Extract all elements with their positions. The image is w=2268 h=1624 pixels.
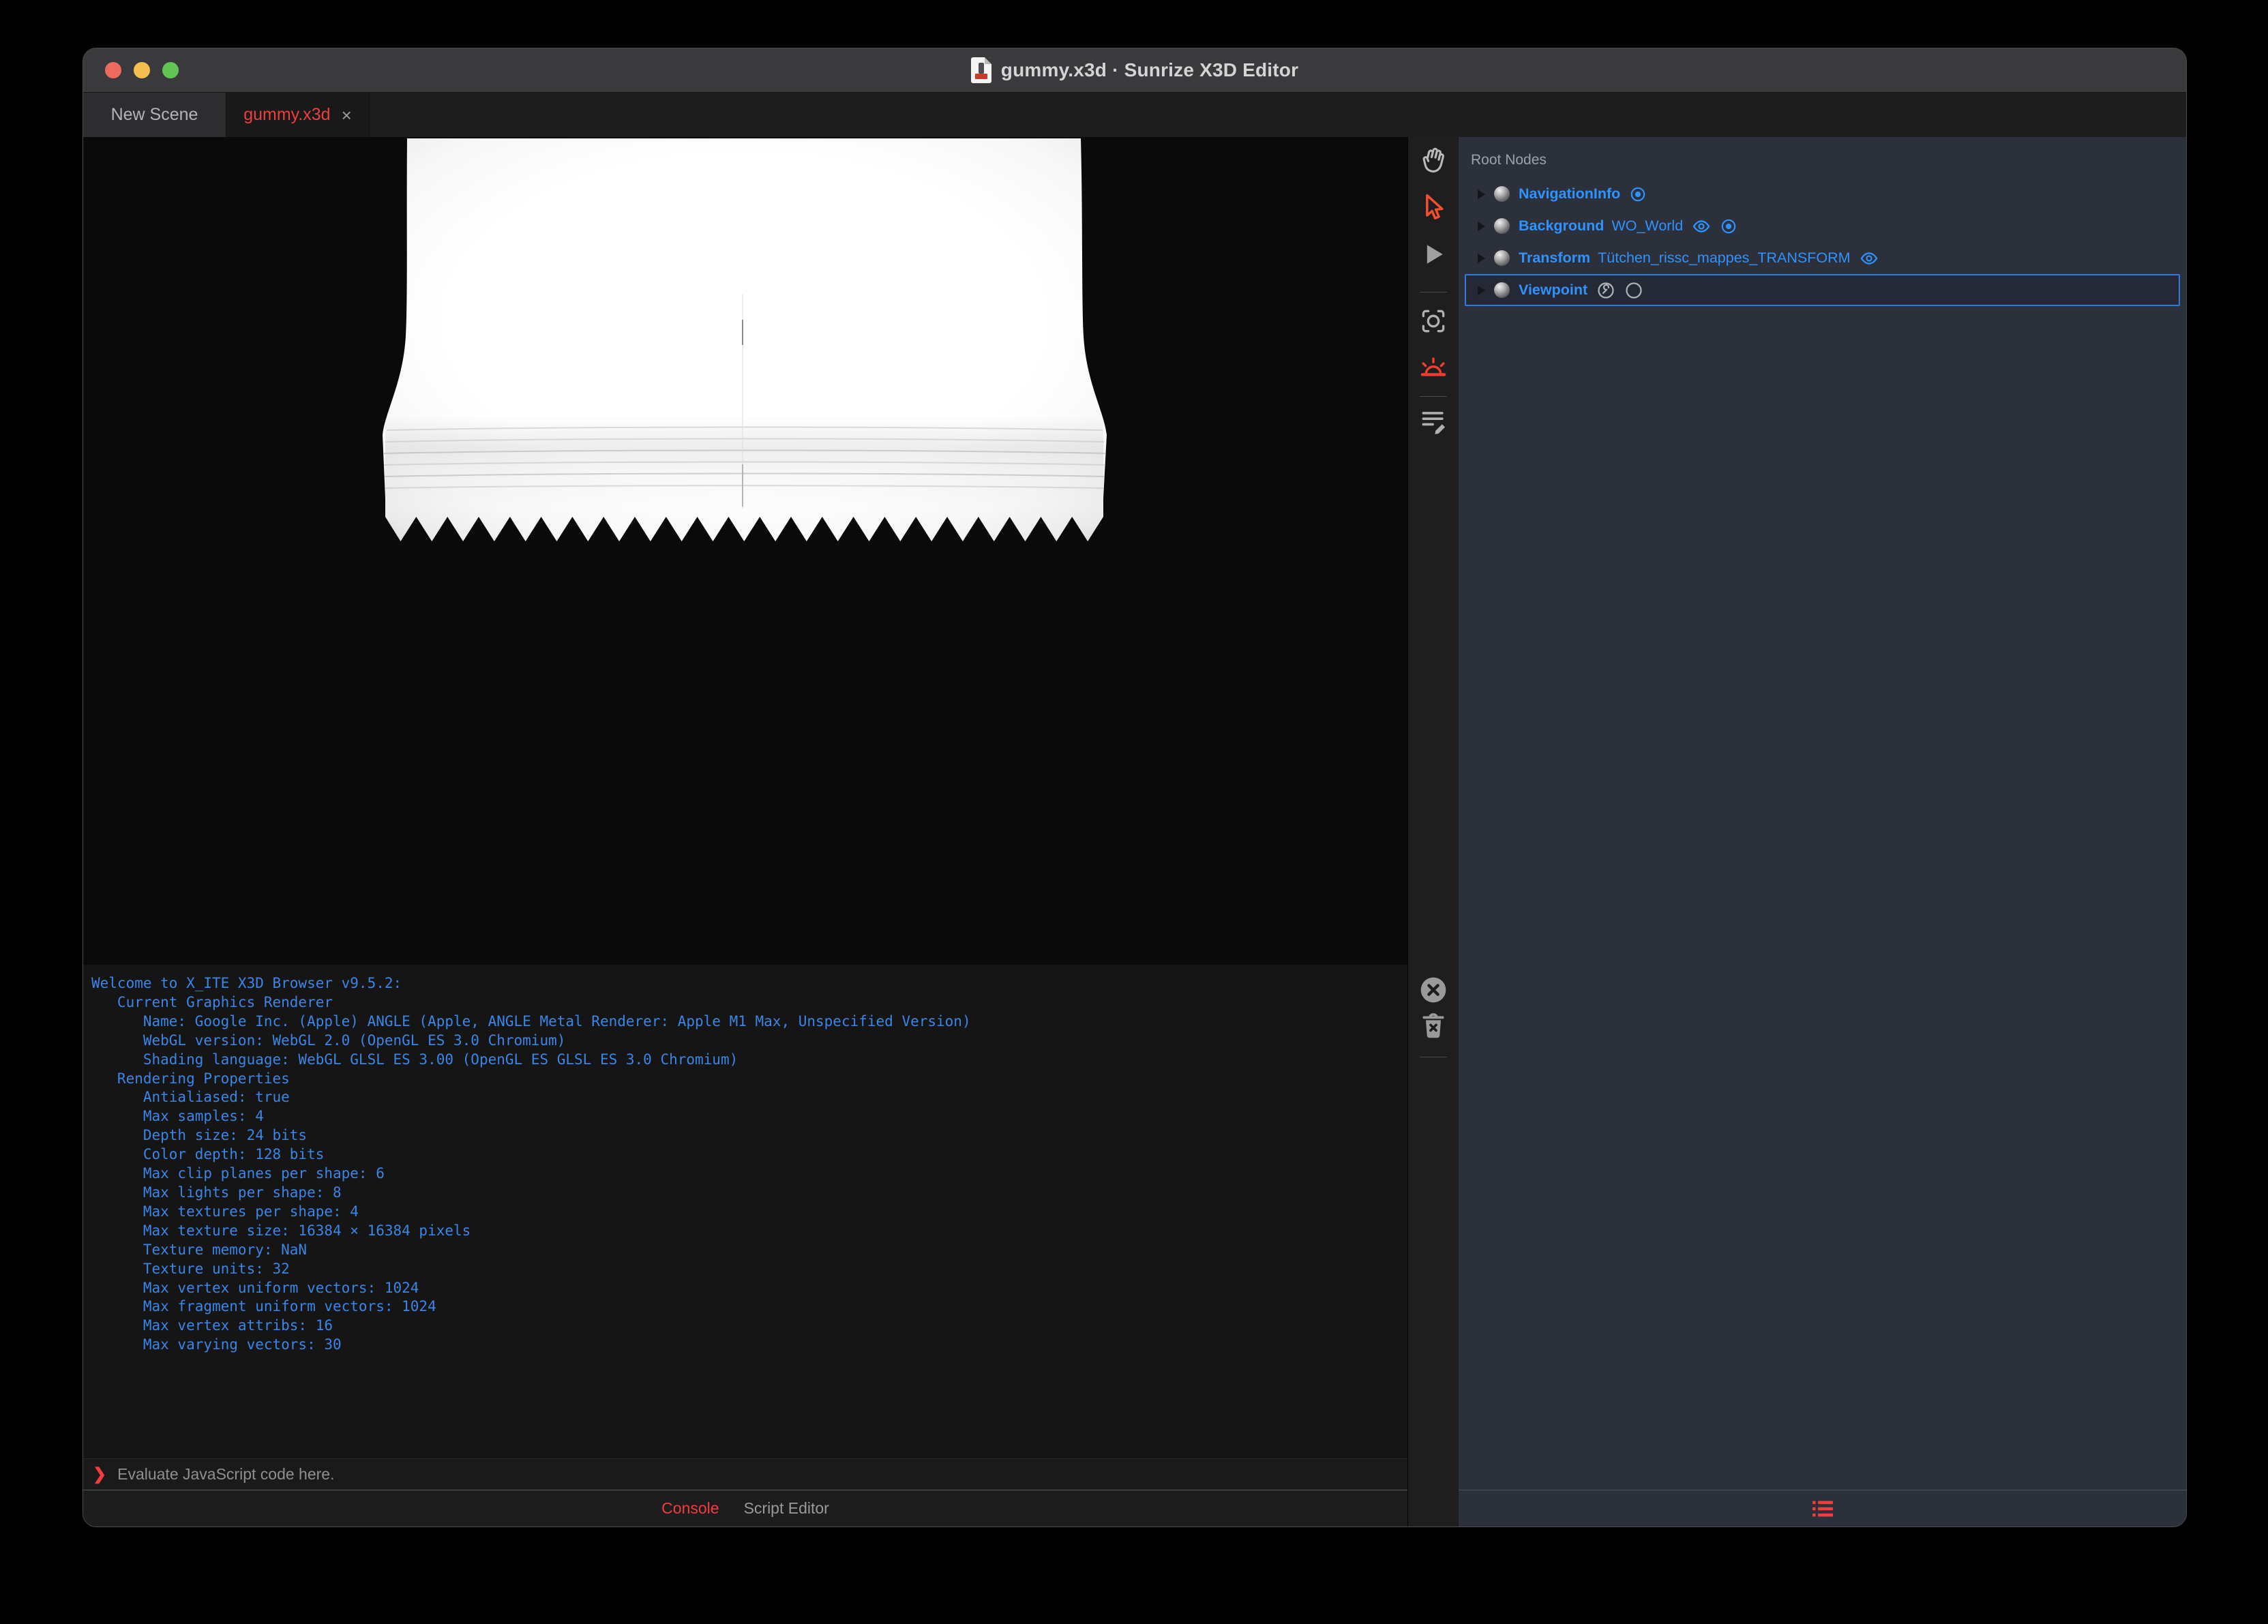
bound-icon[interactable] — [1720, 217, 1737, 235]
console-line: Max varying vectors: 30 — [91, 1336, 342, 1353]
node-type-label: Background — [1519, 217, 1605, 234]
document-icon — [970, 57, 991, 83]
console-line: Max textures per shape: 4 — [91, 1203, 359, 1220]
console-line: Name: Google Inc. (Apple) ANGLE (Apple, … — [91, 1012, 971, 1029]
console-line: Color depth: 128 bits — [91, 1146, 325, 1163]
clear-console-icon[interactable] — [1418, 975, 1448, 1005]
select-arrow-icon[interactable] — [1418, 192, 1448, 222]
console-line: Texture memory: NaN — [91, 1241, 308, 1258]
console-line: Texture units: 32 — [91, 1260, 290, 1277]
list-icon[interactable] — [1812, 1500, 1833, 1518]
bottom-tab-bar: Console Script Editor — [83, 1490, 1407, 1527]
node-sphere-icon — [1494, 250, 1510, 266]
expand-triangle-icon[interactable] — [1478, 285, 1485, 295]
outline-header: Root Nodes — [1471, 152, 1547, 168]
tab-gummy-x3d[interactable]: gummy.x3d × — [226, 93, 370, 137]
tree-row-navigationinfo[interactable]: NavigationInfo — [1459, 178, 2186, 210]
node-sphere-icon — [1494, 282, 1510, 298]
tree-row-viewpoint[interactable]: Viewpoint — [1465, 274, 2180, 306]
console-line: Max texture size: 16384 × 16384 pixels — [91, 1222, 471, 1239]
outline-panel: Root Nodes NavigationInfo Background WO_… — [1459, 137, 2186, 1527]
tool-circle-icon[interactable] — [1596, 281, 1615, 300]
main-area: Welcome to X_ITE X3D Browser v9.5.2: Cur… — [83, 137, 2186, 1527]
console-line: Antialiased: true — [91, 1089, 290, 1106]
node-sphere-icon — [1494, 218, 1510, 234]
console-line: Current Graphics Renderer — [91, 993, 333, 1010]
tab-bar-filler — [370, 93, 2186, 137]
console-line: Welcome to X_ITE X3D Browser v9.5.2: — [91, 975, 402, 991]
tab-console[interactable]: Console — [661, 1499, 719, 1518]
tab-new-scene[interactable]: New Scene — [83, 93, 226, 137]
tree-row-transform[interactable]: Transform Tütchen_rissc_mappes_TRANSFORM — [1459, 242, 2186, 274]
viewport-toolbar — [1407, 137, 1459, 1527]
node-def-label: Tütchen_rissc_mappes_TRANSFORM — [1598, 250, 1851, 266]
tree-row-background[interactable]: Background WO_World — [1459, 210, 2186, 242]
console-line: Max vertex attribs: 16 — [91, 1317, 333, 1334]
trash-icon[interactable] — [1418, 1010, 1448, 1040]
sunrise-light-icon[interactable] — [1418, 354, 1448, 384]
console-line: Rendering Properties — [91, 1070, 290, 1087]
gummy-bag-3d-object[interactable] — [380, 137, 1109, 546]
3d-viewport[interactable] — [83, 137, 1407, 965]
tab-label: gummy.x3d — [243, 105, 331, 124]
node-tree: NavigationInfo Background WO_World Trans… — [1459, 178, 2186, 1490]
node-type-label: NavigationInfo — [1519, 185, 1621, 202]
play-icon[interactable] — [1418, 239, 1448, 269]
toolbar-divider — [1420, 396, 1447, 397]
node-type-label: Transform — [1519, 250, 1591, 266]
eye-icon[interactable] — [1692, 217, 1711, 236]
empty-circle-icon[interactable] — [1624, 281, 1643, 300]
left-column: Welcome to X_ITE X3D Browser v9.5.2: Cur… — [83, 137, 1407, 1527]
snapshot-icon[interactable] — [1418, 306, 1448, 336]
console-line: Shading language: WebGL GLSL ES 3.00 (Op… — [91, 1051, 738, 1068]
pan-hand-icon[interactable] — [1418, 145, 1448, 175]
expand-triangle-icon[interactable] — [1478, 221, 1485, 231]
expand-triangle-icon[interactable] — [1478, 253, 1485, 263]
prompt-chevron-icon: ❯ — [93, 1465, 107, 1484]
tab-bar: New Scene gummy.x3d × — [83, 93, 2186, 137]
node-def-label: WO_World — [1611, 217, 1684, 234]
outline-footer — [1459, 1490, 2186, 1527]
close-tab-icon[interactable]: × — [342, 106, 352, 124]
node-type-label: Viewpoint — [1519, 282, 1588, 298]
console-output[interactable]: Welcome to X_ITE X3D Browser v9.5.2: Cur… — [83, 965, 1407, 1458]
eye-icon[interactable] — [1860, 249, 1879, 268]
console-line: Max lights per shape: 8 — [91, 1184, 342, 1201]
console-line: Max fragment uniform vectors: 1024 — [91, 1298, 436, 1315]
console-line: WebGL version: WebGL 2.0 (OpenGL ES 3.0 … — [91, 1032, 566, 1049]
title-bar[interactable]: gummy.x3d · Sunrize X3D Editor — [83, 48, 2186, 93]
js-eval-input[interactable] — [116, 1464, 1407, 1484]
console-line: Depth size: 24 bits — [91, 1127, 308, 1144]
tab-script-editor[interactable]: Script Editor — [744, 1499, 829, 1518]
console-line: Max vertex uniform vectors: 1024 — [91, 1279, 419, 1296]
expand-triangle-icon[interactable] — [1478, 189, 1485, 199]
console-line: Max clip planes per shape: 6 — [91, 1165, 385, 1182]
js-input-row: ❯ — [83, 1458, 1407, 1490]
console-line: Max samples: 4 — [91, 1108, 264, 1125]
desktop: { "window": { "title": "gummy.x3d · Sunr… — [0, 0, 2268, 1624]
script-edit-icon[interactable] — [1418, 405, 1448, 435]
window-title-group: gummy.x3d · Sunrize X3D Editor — [83, 48, 2186, 92]
window-title: gummy.x3d · Sunrize X3D Editor — [1000, 59, 1299, 80]
app-window: gummy.x3d · Sunrize X3D Editor New Scene… — [83, 48, 2187, 1527]
tab-label: New Scene — [110, 105, 198, 124]
bound-icon[interactable] — [1629, 185, 1647, 203]
node-sphere-icon — [1494, 186, 1510, 202]
